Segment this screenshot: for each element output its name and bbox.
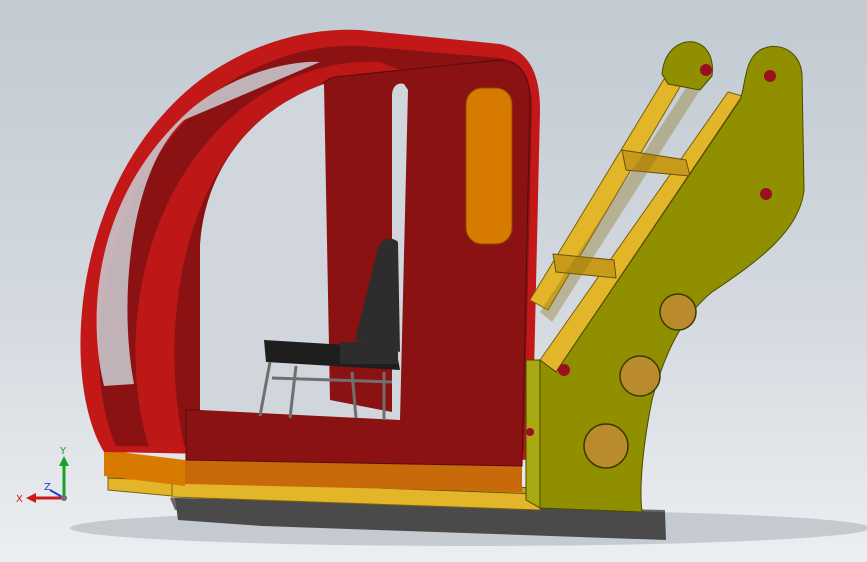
y-axis-arrow [59,456,69,466]
frame-pin [760,188,772,200]
triad-origin [61,495,67,501]
y-axis-label: Y [59,446,67,457]
frame-hole [659,293,697,331]
coordinate-triad: Y X Z [16,446,69,505]
seat-bracket [340,342,398,364]
cab-window [465,87,513,245]
frame-pin [700,64,712,76]
frame-pin [558,364,570,376]
model-scene[interactable] [0,0,867,562]
frame-pin [526,428,534,436]
cad-viewport[interactable]: Y X Z [0,0,867,562]
frame-hole [619,355,661,397]
frame-pin [764,70,776,82]
z-axis-label: Z [44,482,51,493]
x-axis-label: X [16,494,23,505]
frame-hole [583,423,629,469]
x-axis-arrow [26,493,36,503]
